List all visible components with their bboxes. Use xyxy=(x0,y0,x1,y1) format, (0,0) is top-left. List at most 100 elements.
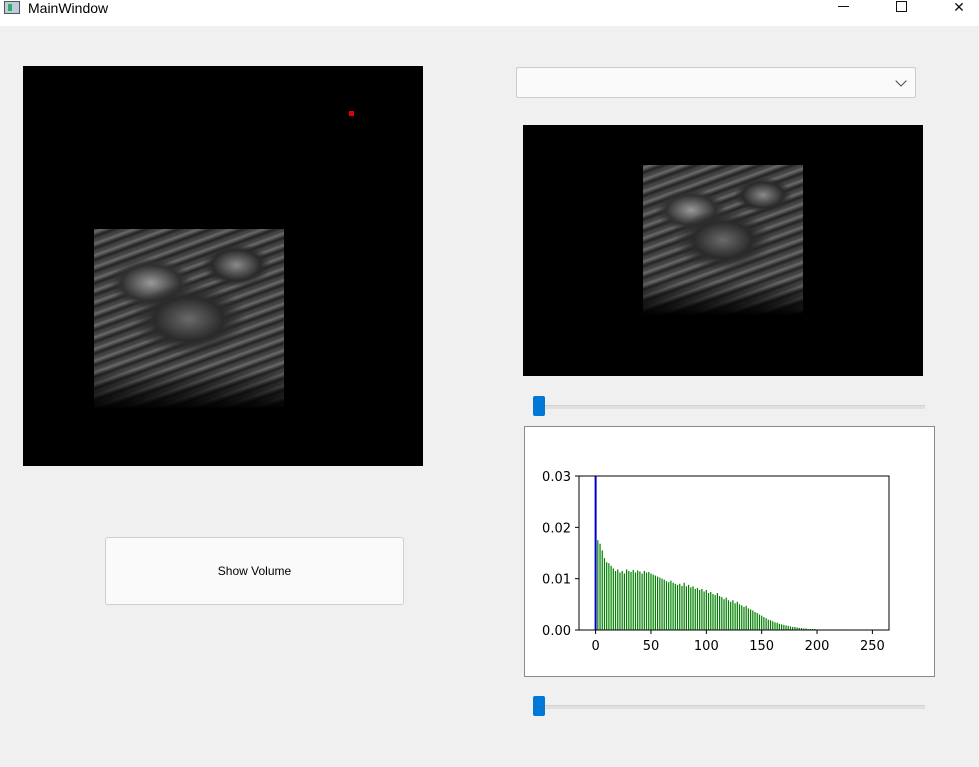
histogram-bar xyxy=(599,543,601,630)
histogram-bar xyxy=(630,571,632,630)
histogram-bar xyxy=(645,572,648,630)
histogram-bar xyxy=(668,582,670,630)
histogram-bar xyxy=(754,612,756,630)
histogram-bar xyxy=(761,615,763,630)
view-select-dropdown[interactable] xyxy=(516,67,916,98)
histogram-bar xyxy=(730,601,732,630)
histogram-bar xyxy=(628,570,630,630)
histogram-bar xyxy=(617,569,619,630)
histogram-bar xyxy=(621,570,623,630)
histogram-bar xyxy=(690,587,692,630)
histogram-bar xyxy=(696,587,699,630)
histogram-bar xyxy=(619,572,621,630)
histogram-bar xyxy=(614,570,617,630)
histogram-bar xyxy=(727,600,730,630)
histogram-bar xyxy=(692,586,694,630)
histogram-bar xyxy=(688,584,690,630)
slice-slider[interactable] xyxy=(533,396,925,416)
slider-groove xyxy=(533,405,925,409)
histogram-bar xyxy=(787,625,789,630)
slider-groove xyxy=(533,705,925,709)
mri-image xyxy=(94,229,284,409)
histogram-bar xyxy=(763,617,765,630)
show-volume-button[interactable]: Show Volume xyxy=(105,537,404,605)
histogram-bar xyxy=(767,619,769,630)
slider-handle[interactable] xyxy=(533,396,545,416)
histogram-bar xyxy=(743,606,745,630)
histogram-bar xyxy=(736,601,738,630)
histogram-bar xyxy=(661,578,663,630)
histogram-bar xyxy=(701,588,703,630)
histogram-bar xyxy=(612,568,614,630)
chevron-down-icon xyxy=(895,75,907,87)
histogram-bar xyxy=(772,621,774,630)
histogram-bar xyxy=(679,583,681,630)
histogram-bar xyxy=(789,626,792,630)
histogram-bar xyxy=(659,577,661,630)
slider-handle[interactable] xyxy=(533,696,545,716)
histogram-bar xyxy=(657,576,659,630)
histogram-bar xyxy=(747,608,749,630)
histogram-bar xyxy=(778,623,780,630)
histogram-bar xyxy=(721,597,723,630)
histogram-bar xyxy=(637,570,639,630)
histogram-bar xyxy=(681,585,683,630)
y-tick-label: 0.00 xyxy=(542,624,571,639)
x-tick-label: 100 xyxy=(694,639,719,654)
histogram-bar xyxy=(641,573,643,630)
main-image-view[interactable] xyxy=(23,66,423,466)
histogram-bar xyxy=(652,574,654,630)
slice-image-view[interactable] xyxy=(523,125,923,376)
threshold-slider[interactable] xyxy=(533,696,925,716)
histogram-bar xyxy=(738,604,741,630)
histogram-bar xyxy=(710,592,712,630)
histogram-bar xyxy=(725,597,727,630)
histogram-bar xyxy=(774,622,776,630)
maximize-icon[interactable] xyxy=(886,0,916,16)
histogram-bar xyxy=(723,599,725,630)
histogram-bar xyxy=(716,593,718,630)
histogram-bar xyxy=(683,582,685,630)
histogram-bar xyxy=(758,614,761,630)
histogram-bar xyxy=(752,610,754,630)
plot-frame xyxy=(578,475,890,631)
histogram-bar xyxy=(623,573,625,630)
histogram-bar xyxy=(674,583,676,630)
histogram-bar xyxy=(776,622,778,630)
histogram-bar xyxy=(734,603,736,630)
histogram-canvas: 0 50 100 150 200 250 0.00 0.01 0.02 0.03 xyxy=(524,426,935,677)
histogram-bar xyxy=(634,572,637,630)
histogram-bar xyxy=(608,563,610,630)
histogram-bar xyxy=(601,550,603,630)
histogram-bar xyxy=(648,571,650,630)
histogram-bar xyxy=(732,600,734,630)
x-tick-label: 250 xyxy=(860,639,885,654)
title-bar: MainWindow ✕ xyxy=(0,0,979,26)
y-tick-label: 0.02 xyxy=(542,521,571,536)
histogram-bar xyxy=(626,569,628,630)
histogram-bar xyxy=(712,594,714,630)
histogram-bar xyxy=(603,558,606,630)
histogram-bar xyxy=(750,609,752,630)
minimize-icon[interactable] xyxy=(829,0,859,16)
app-icon xyxy=(4,1,20,14)
x-tick-label: 0 xyxy=(591,639,599,654)
x-tick-label: 50 xyxy=(643,639,660,654)
histogram-bar xyxy=(741,605,743,630)
histogram-bar xyxy=(707,593,710,630)
x-tick-label: 200 xyxy=(805,639,830,654)
histogram-bar xyxy=(597,540,599,630)
seed-point-marker xyxy=(349,111,354,116)
histogram-bar xyxy=(703,591,705,630)
histogram-bar xyxy=(785,625,787,630)
histogram-bar xyxy=(670,580,672,630)
histogram-bar xyxy=(650,573,652,630)
histogram-bar xyxy=(719,596,721,630)
histogram-chart: 0 50 100 150 200 250 0.00 0.01 0.02 0.03 xyxy=(542,470,890,654)
histogram-bar xyxy=(643,570,645,630)
histogram-bar xyxy=(769,620,772,630)
histogram-bar xyxy=(610,565,612,630)
close-icon[interactable]: ✕ xyxy=(944,0,974,16)
y-tick-label: 0.01 xyxy=(542,573,571,588)
y-tick-label: 0.03 xyxy=(542,470,571,485)
